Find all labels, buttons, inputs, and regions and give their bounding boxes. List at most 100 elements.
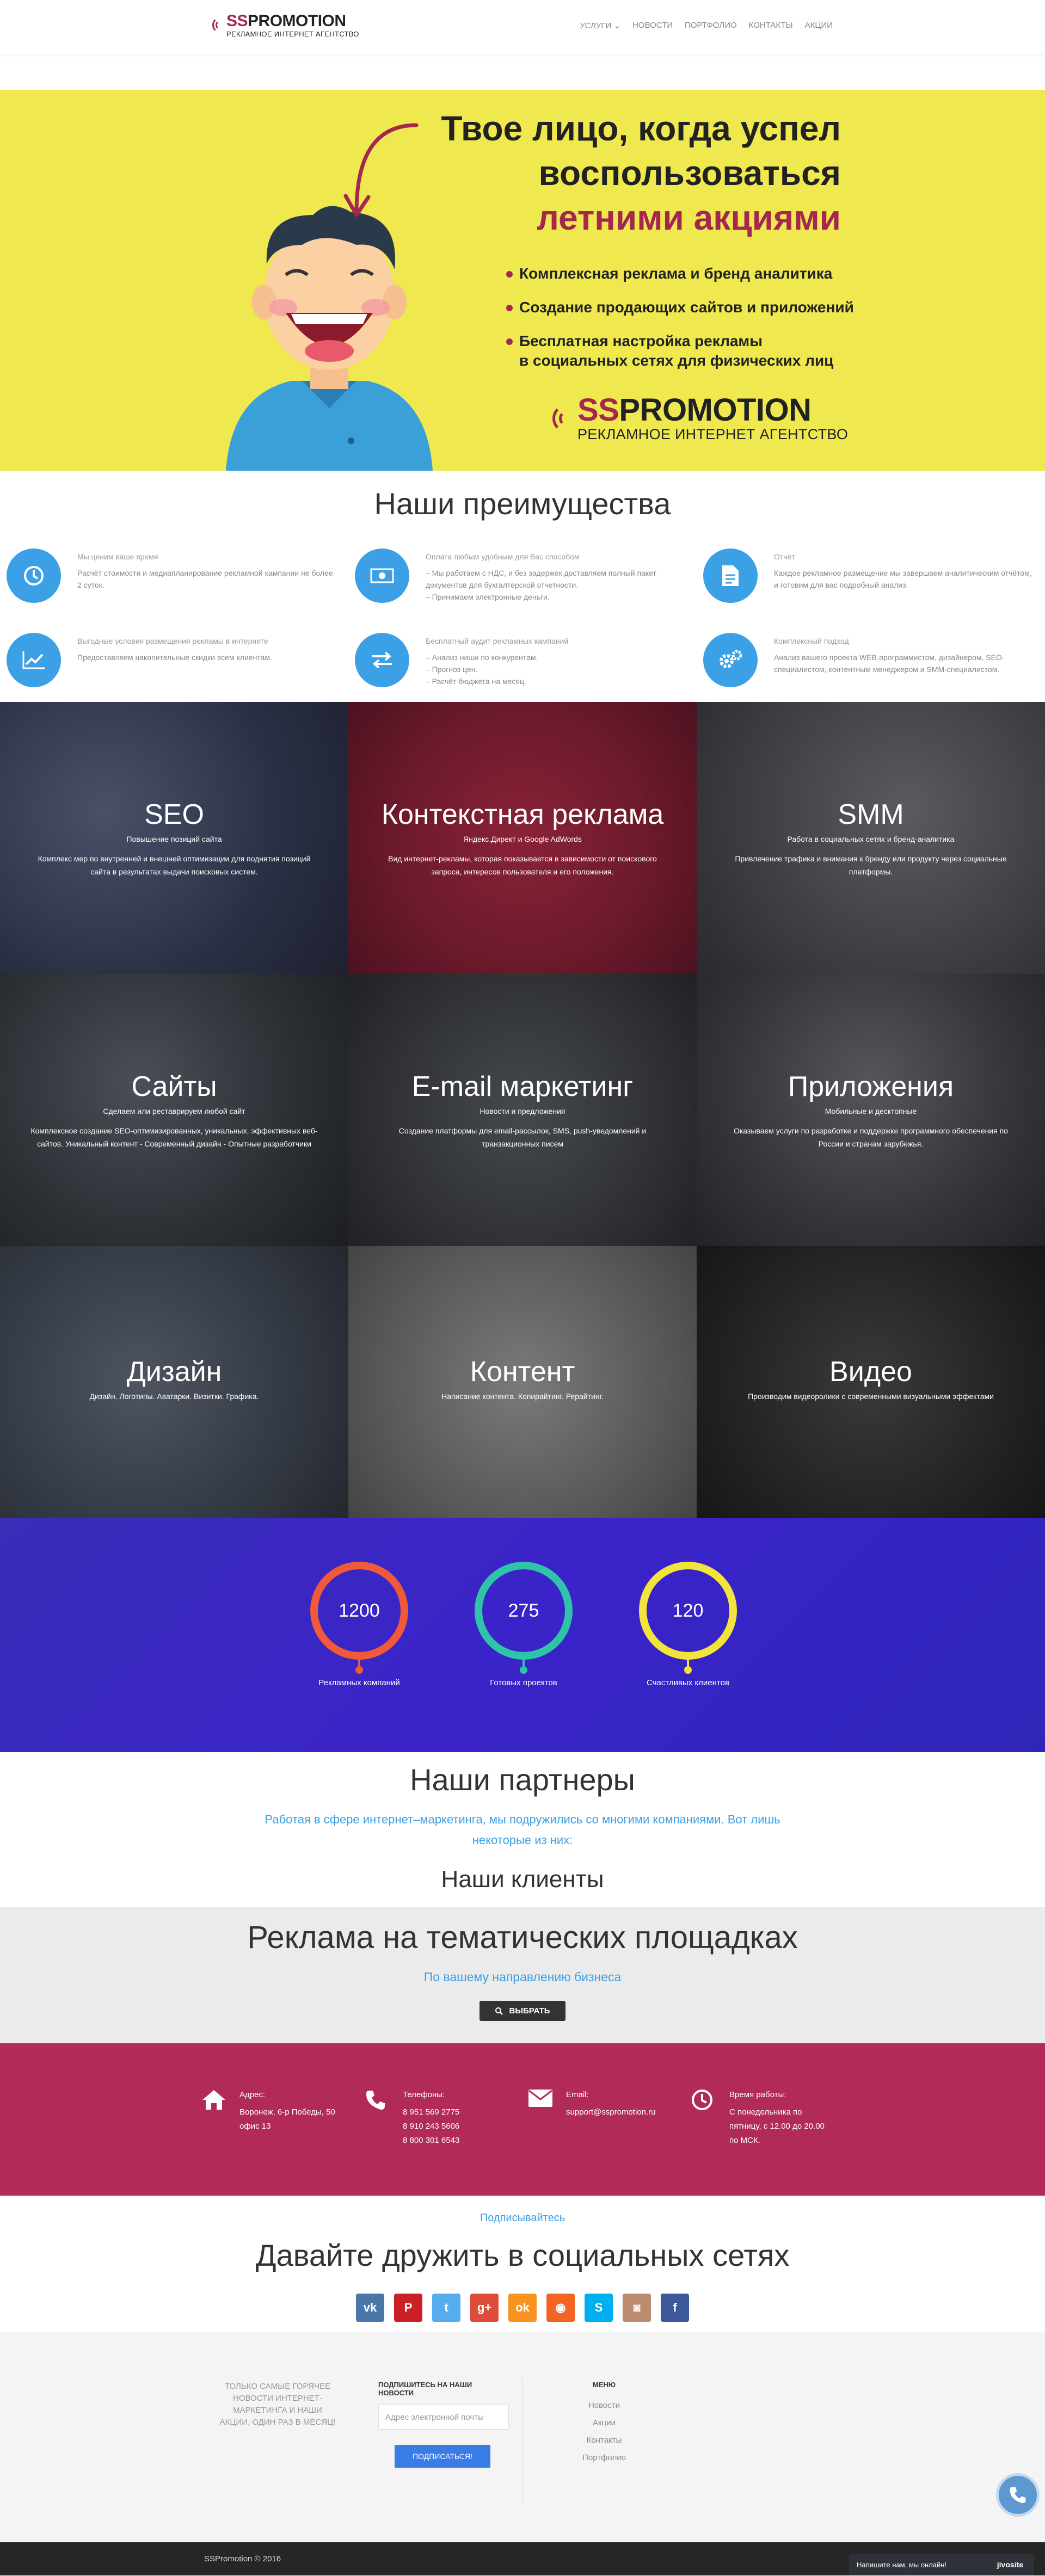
footer-menu-news[interactable]: Новости: [550, 2401, 659, 2410]
clock-icon: [7, 549, 61, 603]
footer-menu-contacts[interactable]: Контакты: [550, 2436, 659, 2445]
home-icon: [201, 2088, 239, 2148]
email-field[interactable]: Адрес электронной почты: [378, 2405, 509, 2430]
site-logo[interactable]: SSPROMOTION РЕКЛАМНОЕ ИНТЕРНЕТ АГЕНТСТВО: [212, 13, 359, 38]
counter-projects: 275 Готовых проектов: [475, 1562, 573, 1687]
footer-divider: [522, 2378, 523, 2504]
advantage-item: Отчёт Каждое рекламное размещение мы заве…: [697, 549, 1045, 633]
counter-label: Рекламных компаний: [318, 1678, 400, 1687]
service-tile-content[interactable]: Контент Написание контента. Копирайтинг. …: [348, 1246, 697, 1518]
contact-email: Email: support@sspromotion.ru: [528, 2088, 691, 2148]
google-plus-icon[interactable]: g+: [470, 2294, 499, 2322]
vk-icon[interactable]: vk: [356, 2294, 384, 2322]
logo-tagline: РЕКЛАМНОЕ ИНТЕРНЕТ АГЕНТСТВО: [226, 30, 359, 38]
clock-icon: [691, 2088, 729, 2148]
pinterest-icon[interactable]: P: [394, 2294, 422, 2322]
phone-icon: [1010, 2487, 1026, 2504]
hero-bullet: Комплексная реклама и бренд аналитика: [506, 264, 854, 284]
smiling-man-illustration: [226, 206, 433, 471]
advantages-section: Наши преимущества Мы ценим ваше время Рас…: [0, 471, 1045, 702]
service-tile-apps[interactable]: Приложения Мобильные и десктопные Оказывае…: [697, 974, 1045, 1246]
footer-menu: МЕНЮ Новости Акции Контакты Портфолио: [550, 2381, 659, 2470]
social-title: Давайте дружить в социальных сетях: [255, 2238, 790, 2272]
logo-ss: SS: [226, 12, 248, 30]
top-navbar: SSPROMOTION РЕКЛАМНОЕ ИНТЕРНЕТ АГЕНТСТВО…: [0, 0, 1045, 54]
advantage-item: Оплата любым удобным для Вас способом – М…: [348, 549, 697, 633]
service-tile-sites[interactable]: Сайты Сделаем или реставрируем любой сайт…: [0, 974, 348, 1246]
thematic-ads-section: Реклама на тематических площадках По ваш…: [0, 1907, 1045, 2043]
partners-title: Наши партнеры: [410, 1762, 635, 1797]
clients-title: Наши клиенты: [441, 1866, 604, 1893]
nav-portfolio[interactable]: Портфолио: [685, 21, 737, 30]
footer: ТОЛЬКО САМЫЕ ГОРЯЧЕЕ НОВОСТИ ИНТЕРНЕТ-МА…: [0, 2332, 1045, 2542]
counter-label: Счастливых клиентов: [647, 1678, 729, 1687]
chat-widget[interactable]: Напишите нам, мы онлайн! jivosite: [849, 2554, 1034, 2575]
hero-banner[interactable]: Твое лицо, когда успел воспользоваться л…: [0, 90, 1045, 471]
nav-contacts[interactable]: Контакты: [749, 21, 793, 30]
exchange-icon: [355, 633, 409, 687]
thematic-lead: По вашему направлению бизнеса: [423, 1970, 622, 1984]
nav-news[interactable]: Новости: [632, 21, 673, 30]
hero-heading-line2: воспользоваться: [538, 153, 841, 193]
instagram-icon[interactable]: ◙: [623, 2294, 651, 2322]
mail-icon: [528, 2088, 566, 2148]
rss-icon[interactable]: ◉: [546, 2294, 575, 2322]
logo-promotion: PROMOTION: [248, 12, 346, 30]
hero-bullet-list: Комплексная реклама и бренд аналитика Со…: [506, 264, 854, 385]
counter-ring: 1200: [310, 1562, 408, 1660]
contact-hours: Время работы: С понедельника по пятницу, с…: [691, 2088, 855, 2148]
skype-icon[interactable]: S: [585, 2294, 613, 2322]
gears-icon: [703, 633, 758, 687]
copyright-bar: SSPromotion © 2016 Напишите нам, мы онла…: [0, 2542, 1045, 2575]
search-icon: [495, 2007, 503, 2015]
newsletter-form: ПОДПИШИТЕСЬ НА НАШИ НОВОСТИ Адрес электр…: [378, 2381, 509, 2468]
hero-bullet: Создание продающих сайтов и приложений: [506, 298, 854, 317]
service-tile-smm[interactable]: SMM Работа в социальных сетях и бренд-ана…: [697, 702, 1045, 974]
advantages-title: Наши преимущества: [374, 486, 671, 521]
footer-tagline: ТОЛЬКО САМЫЕ ГОРЯЧЕЕ НОВОСТИ ИНТЕРНЕТ-МА…: [219, 2382, 336, 2427]
subscribe-link[interactable]: Подписывайтесь: [0, 2212, 1045, 2224]
contact-address: Адрес: Воронеж, 6-р Победы, 50 офис 13: [201, 2088, 365, 2148]
callback-button[interactable]: [996, 2473, 1040, 2517]
footer-menu-promotions[interactable]: Акции: [550, 2418, 659, 2427]
newsletter-title: ПОДПИШИТЕСЬ НА НАШИ НОВОСТИ: [378, 2381, 472, 2397]
choose-button[interactable]: ВЫБРАТЬ: [480, 2001, 565, 2021]
thematic-title: Реклама на тематических площадках: [247, 1920, 798, 1955]
odnoklassniki-icon[interactable]: ok: [508, 2294, 537, 2322]
twitter-icon[interactable]: t: [432, 2294, 460, 2322]
nav-promotions[interactable]: Акции: [805, 21, 833, 30]
counter-ring: 120: [639, 1562, 737, 1660]
chat-text: Напишите нам, мы онлайн!: [857, 2560, 947, 2569]
service-tile-design[interactable]: Дизайн Дизайн. Логотипы. Аватарки. Визитк…: [0, 1246, 348, 1518]
chart-icon: [7, 633, 61, 687]
counter-ring: 275: [475, 1562, 573, 1660]
phone-icon: [365, 2088, 403, 2148]
social-section: Подписывайтесь Давайте дружить в социаль…: [0, 2196, 1045, 2332]
service-tile-video[interactable]: Видео Производим видеоролики с современны…: [697, 1246, 1045, 1518]
services-grid: SEO Повышение позиций сайта Комплекс мер п…: [0, 702, 1045, 1518]
subscribe-button[interactable]: ПОДПИСАТЬСЯ!: [395, 2445, 490, 2468]
service-tile-seo[interactable]: SEO Повышение позиций сайта Комплекс мер п…: [0, 702, 348, 974]
service-tile-email[interactable]: E-mail маркетинг Новости и предложения Соз…: [348, 974, 697, 1246]
service-tile-context[interactable]: Контекстная реклама Яндекс.Директ и Googl…: [348, 702, 697, 974]
counter-campaigns: 1200 Рекламных компаний: [310, 1562, 408, 1687]
document-icon: [703, 549, 758, 603]
social-buttons: vk P t g+ ok ◉ S ◙ f: [0, 2294, 1045, 2322]
copyright-text: SSPromotion © 2016: [204, 2554, 281, 2563]
nav-services[interactable]: Услуги ⌄: [580, 21, 620, 30]
advantage-item: Мы ценим ваше время Расчёт стоимости и ме…: [0, 549, 348, 633]
jivosite-logo: jivosite: [997, 2560, 1023, 2569]
contact-phones: Телефоны: 8 951 569 2775 8 910 243 5606 8 8…: [365, 2088, 528, 2148]
counter-clients: 120 Счастливых клиентов: [639, 1562, 737, 1687]
money-icon: [355, 549, 409, 603]
facebook-icon[interactable]: f: [661, 2294, 689, 2322]
footer-menu-portfolio[interactable]: Портфолио: [550, 2453, 659, 2462]
logo-waves-icon: [552, 402, 574, 435]
footer-menu-title: МЕНЮ: [592, 2381, 616, 2389]
stats-counters: 1200 Рекламных компаний 275 Готовых прое…: [0, 1518, 1045, 1752]
hero-logo: SSPROMOTION РЕКЛАМНОЕ ИНТЕРНЕТ АГЕНТСТВО: [552, 395, 848, 442]
partners-lead: Работая в сфере интернет–маркетинга, мы …: [265, 1813, 780, 1847]
curved-arrow-icon: [343, 123, 419, 217]
counter-label: Готовых проектов: [490, 1678, 557, 1687]
hero-heading-line1: Твое лицо, когда успел: [441, 109, 841, 148]
